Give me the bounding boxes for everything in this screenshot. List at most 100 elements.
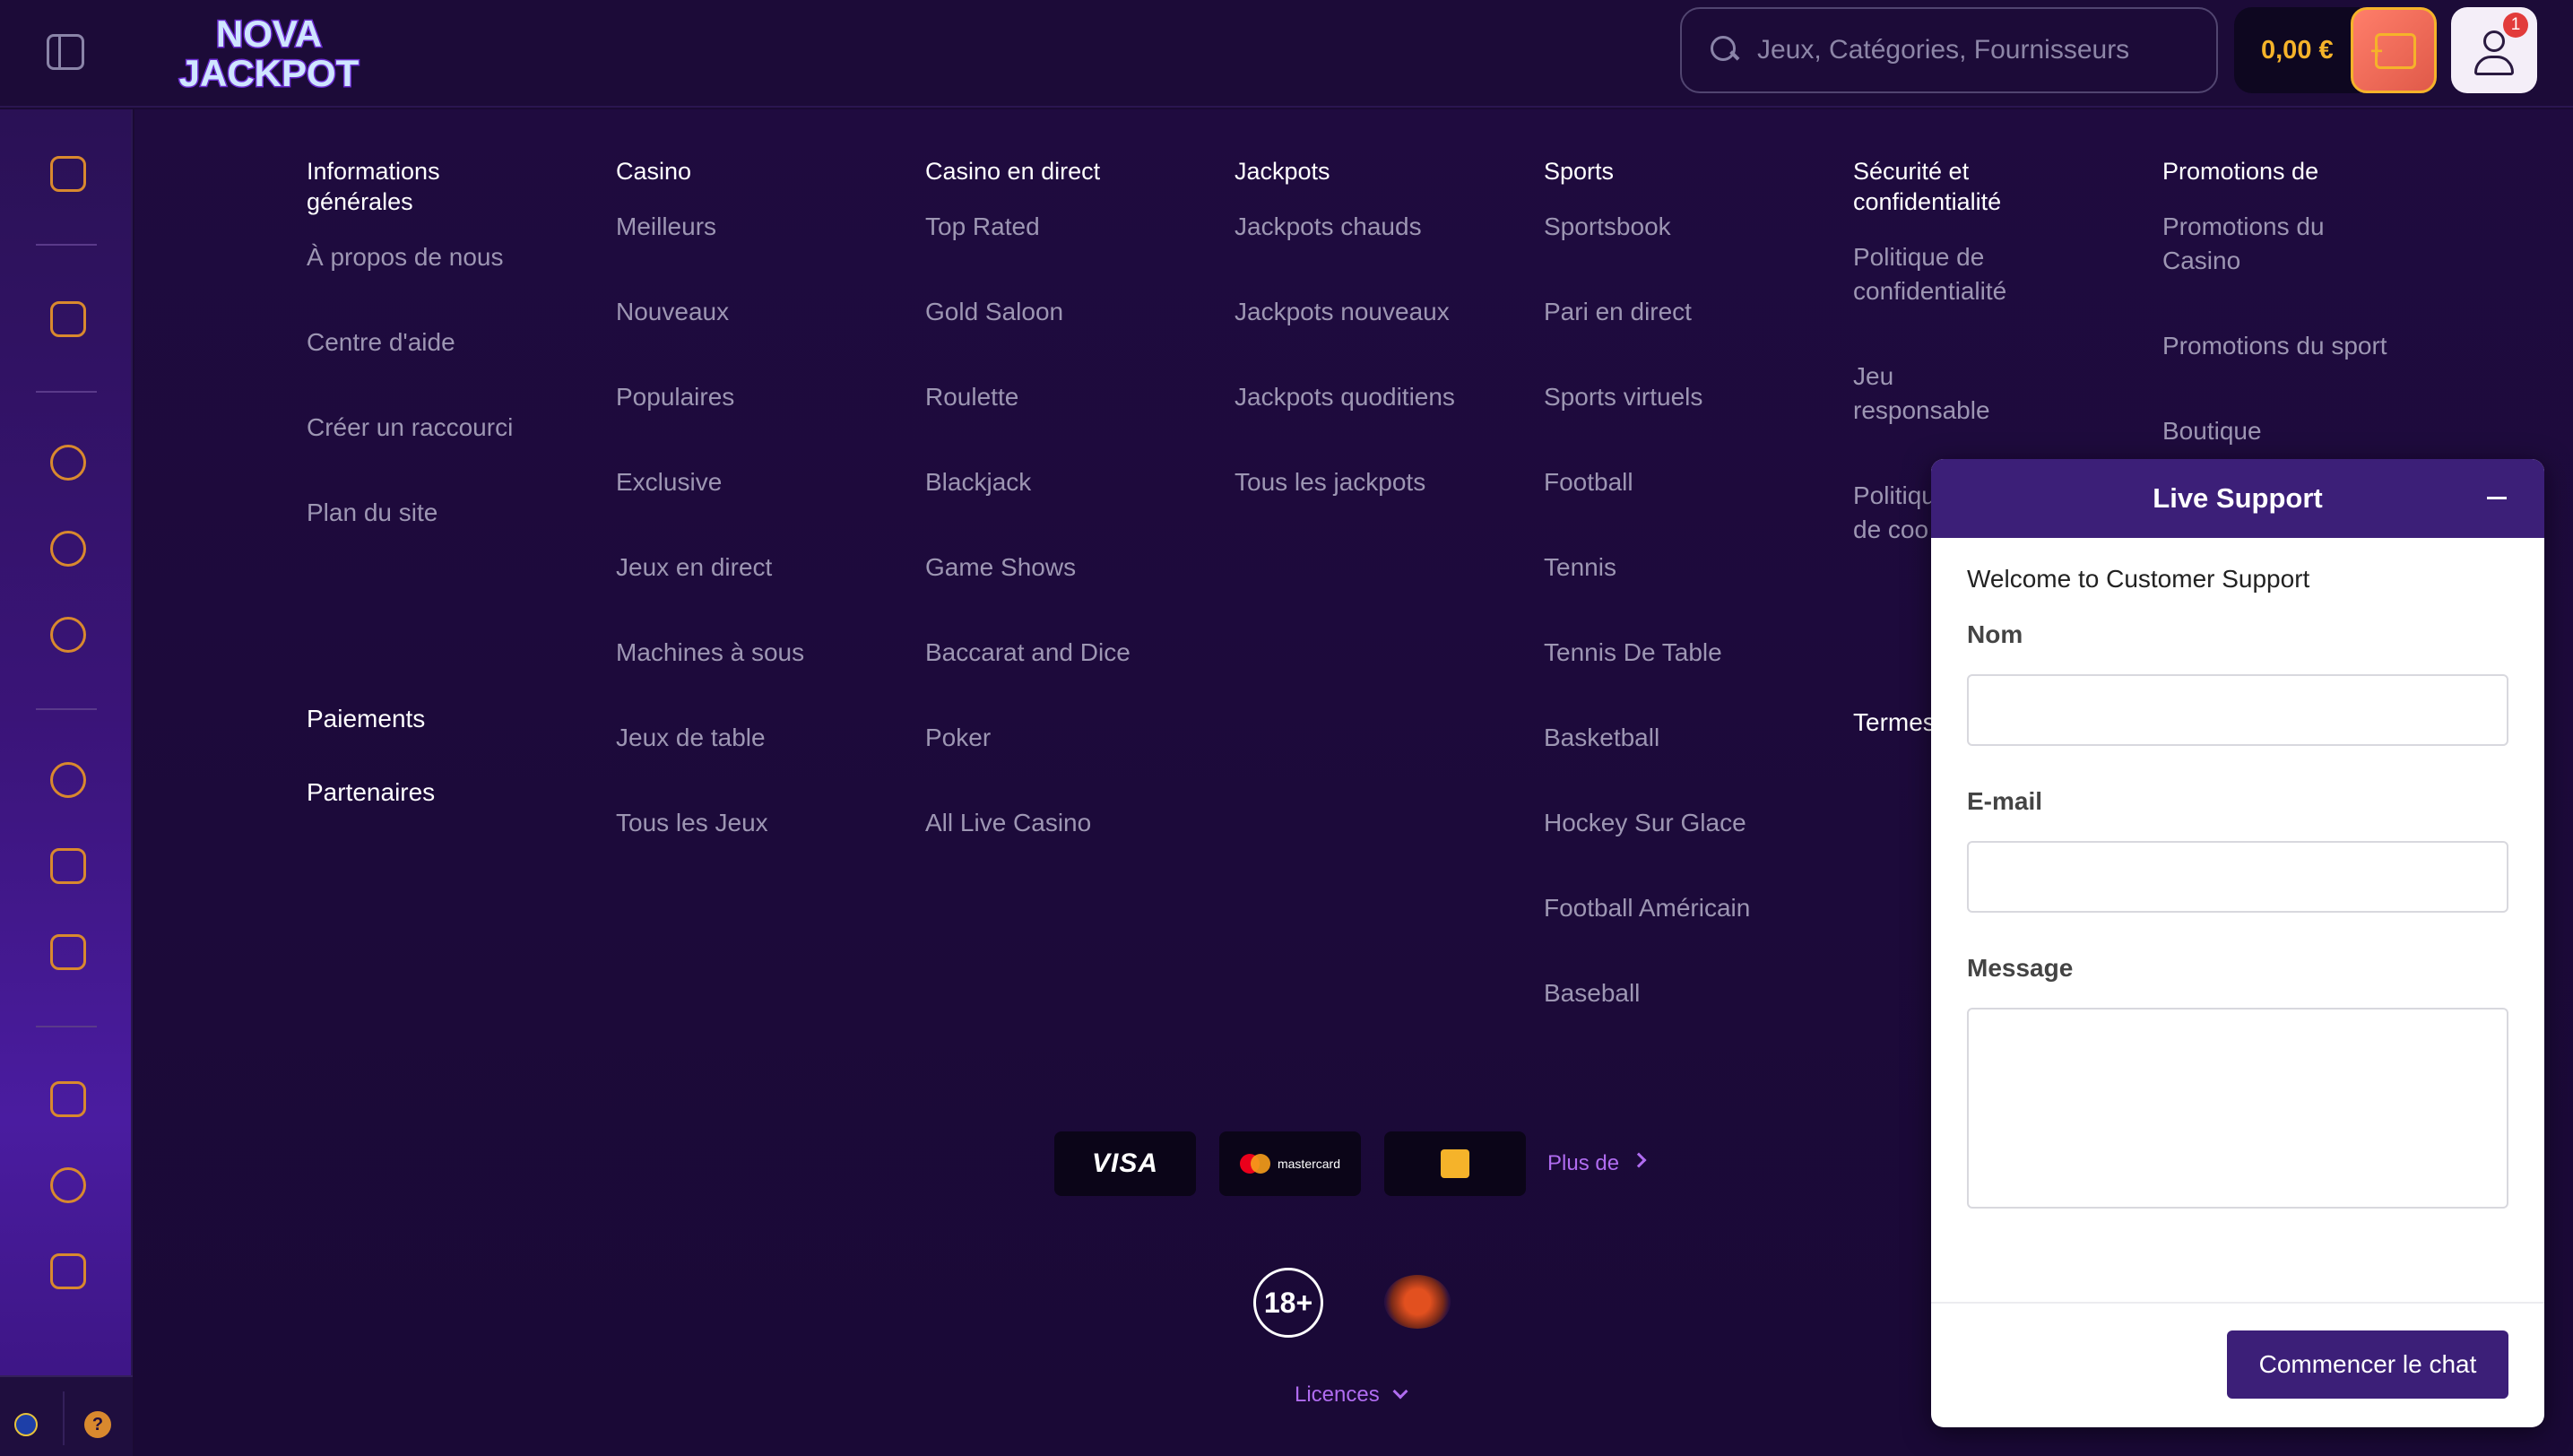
footer-link[interactable]: Tennis De Table <box>1544 636 1813 670</box>
shop-icon[interactable] <box>50 1253 86 1289</box>
start-chat-button[interactable]: Commencer le chat <box>2227 1330 2508 1399</box>
footer-link[interactable]: All Live Casino <box>925 806 1194 840</box>
footer-link[interactable]: Tous les Jeux <box>616 806 885 840</box>
notification-badge: 1 <box>2503 13 2528 38</box>
sidebar-divider <box>36 391 97 393</box>
mastercard-icon <box>1239 1154 1272 1174</box>
column-heading: Casino en direct <box>925 158 1101 185</box>
footer-link[interactable]: Sports virtuels <box>1544 380 1813 414</box>
search-input[interactable]: Jeux, Catégories, Fournisseurs <box>1757 35 2129 65</box>
footer-link[interactable]: Basketball <box>1544 721 1813 755</box>
column-heading: Sécurité et confidentialité <box>1853 158 2002 215</box>
soccer-ball-icon[interactable] <box>50 762 86 798</box>
footer-column-sports: Sports Sportsbook Pari en direct Sports … <box>1544 156 1813 1062</box>
search-icon <box>1711 36 1739 65</box>
footer-link[interactable]: Game Shows <box>925 550 1194 585</box>
terms-link[interactable]: Termes <box>1853 708 1936 737</box>
footer-link[interactable]: Blackjack <box>925 465 1194 499</box>
trophy-icon[interactable] <box>50 1081 86 1117</box>
email-field[interactable] <box>1967 841 2508 913</box>
search-bar[interactable]: Jeux, Catégories, Fournisseurs <box>1680 7 2218 93</box>
footer-link[interactable]: Baseball <box>1544 976 1813 1010</box>
footer-link[interactable]: Roulette <box>925 380 1194 414</box>
footer-link[interactable]: Football Américain <box>1544 891 1813 925</box>
sidebar-toggle-icon[interactable] <box>47 34 84 70</box>
language-flag-icon[interactable] <box>14 1413 38 1436</box>
support-title: Live Support <box>2153 482 2323 514</box>
footer-link[interactable]: Tous les jackpots <box>1235 465 1503 499</box>
footer-link[interactable]: Politiqu de coo <box>1853 479 1943 547</box>
rocket-icon[interactable] <box>50 1167 86 1203</box>
casino-chip-icon[interactable] <box>50 445 86 481</box>
more-payments-link[interactable]: Plus de <box>1547 1151 1619 1176</box>
live-support-panel: Live Support Welcome to Customer Support… <box>1931 459 2544 1427</box>
welcome-text: Welcome to Customer Support <box>1967 565 2310 593</box>
column-heading: Casino <box>616 158 692 185</box>
footer-link[interactable]: Meilleurs <box>616 210 885 244</box>
footer-link[interactable]: Hockey Sur Glace <box>1544 806 1813 840</box>
footer-link[interactable]: Boutique <box>2162 414 2342 448</box>
support-form: Welcome to Customer Support Nom E-mail M… <box>1931 538 2544 1302</box>
name-label: Nom <box>1967 620 2023 648</box>
support-header: Live Support <box>1931 459 2544 538</box>
footer-link[interactable]: Centre d'aide <box>307 325 576 360</box>
footer-link[interactable]: Promotions du Casino <box>2162 210 2342 278</box>
footer-link[interactable]: Jeu responsable <box>1853 360 2032 428</box>
spade-icon[interactable] <box>50 531 86 567</box>
sidebar-divider <box>63 1391 65 1445</box>
sidebar-divider <box>36 244 97 246</box>
footer-column-jackpots: Jackpots Jackpots chauds Jackpots nouvea… <box>1235 156 1503 550</box>
footer-link[interactable]: Jeux de table <box>616 721 885 755</box>
footer-link[interactable]: Plan du site <box>307 496 576 530</box>
footer-link[interactable]: Top Rated <box>925 210 1194 244</box>
footer-link[interactable]: À propos de nous <box>307 240 576 274</box>
footer-link[interactable]: Football <box>1544 465 1813 499</box>
footer-link[interactable]: Jackpots nouveaux <box>1235 295 1503 329</box>
nova-jackpot-logo[interactable]: NOVA JACKPOT <box>143 7 394 96</box>
footer-link[interactable]: Gold Saloon <box>925 295 1194 329</box>
balance-display[interactable]: 0,00 € <box>2234 7 2360 93</box>
footer-link[interactable]: Promotions du sport <box>2162 329 2395 363</box>
footer-link[interactable]: Baccarat and Dice <box>925 636 1194 670</box>
footer-link[interactable]: Machines à sous <box>616 636 885 670</box>
minimize-icon[interactable] <box>2487 497 2507 499</box>
visa-text: VISA <box>1091 1148 1159 1178</box>
seven-slot-icon[interactable] <box>50 617 86 653</box>
top-header: NOVA JACKPOT Jeux, Catégories, Fournisse… <box>0 0 2573 108</box>
partners-link[interactable]: Partenaires <box>307 778 435 807</box>
help-icon[interactable]: ? <box>84 1411 111 1438</box>
message-field[interactable] <box>1967 1008 2508 1209</box>
footer-link[interactable]: Tennis <box>1544 550 1813 585</box>
footer-link[interactable]: Poker <box>925 721 1194 755</box>
column-heading: Informations générales <box>307 158 440 215</box>
footer-link[interactable]: Jeux en direct <box>616 550 885 585</box>
deposit-button[interactable] <box>2351 7 2437 93</box>
footer-link[interactable]: Nouveaux <box>616 295 885 329</box>
licences-link[interactable]: Licences <box>1295 1382 1380 1408</box>
email-label: E-mail <box>1967 787 2043 815</box>
footer-link[interactable]: Pari en direct <box>1544 295 1813 329</box>
payments-link[interactable]: Paiements <box>307 705 425 733</box>
play-video-icon[interactable] <box>50 848 86 884</box>
gamepad-icon[interactable] <box>50 934 86 970</box>
footer-column-general: Informations générales À propos de nous … <box>307 156 576 581</box>
footer-link[interactable]: Jackpots chauds <box>1235 210 1503 244</box>
support-footer: Commencer le chat <box>1931 1302 2544 1427</box>
footer-link[interactable]: Populaires <box>616 380 885 414</box>
home-icon[interactable] <box>50 301 86 337</box>
mastercard-logo: mastercard <box>1219 1131 1361 1196</box>
license-seal-icon <box>1384 1275 1451 1329</box>
name-field[interactable] <box>1967 674 2508 746</box>
footer-link[interactable]: Exclusive <box>616 465 885 499</box>
footer-column-promotions: Promotions de Promotions du Casino Promo… <box>2162 156 2387 499</box>
footer-link[interactable]: Jackpots quoditiens <box>1235 380 1503 414</box>
logo-text-1: NOVA <box>216 13 322 55</box>
age-restriction-badge: 18+ <box>1253 1268 1323 1338</box>
footer-link[interactable]: Sportsbook <box>1544 210 1813 244</box>
footer-link[interactable]: Créer un raccourci <box>307 411 576 445</box>
footer-link[interactable]: Politique de confidentialité <box>1853 240 2032 308</box>
sidebar-divider <box>36 708 97 710</box>
wallet-plus-icon <box>2370 33 2416 69</box>
gift-house-icon[interactable] <box>50 156 86 192</box>
mastercard-text: mastercard <box>1277 1157 1341 1171</box>
